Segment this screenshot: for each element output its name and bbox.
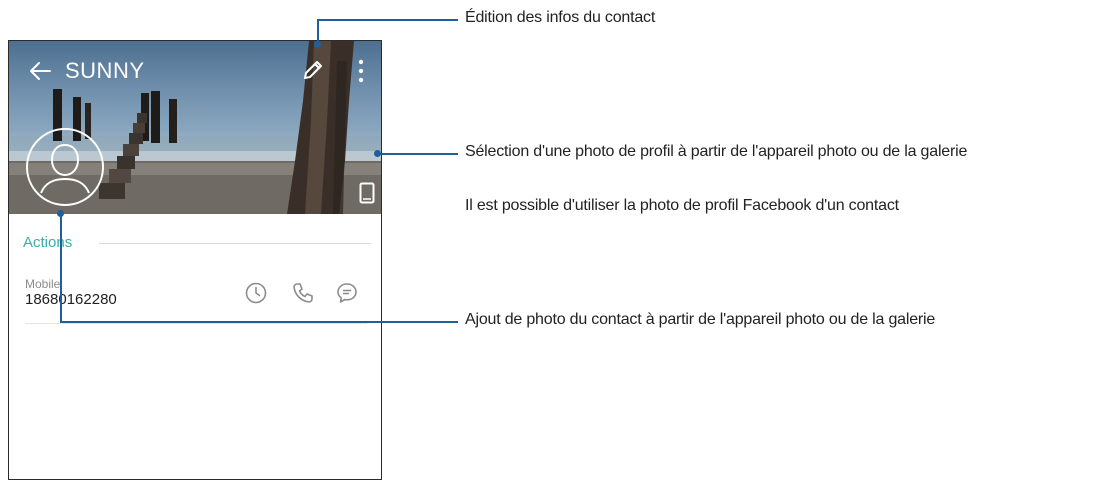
profile-header-image[interactable]: SUNNY: [9, 41, 381, 214]
row-divider: [25, 323, 367, 324]
arrow-left-icon[interactable]: [29, 61, 51, 81]
message-bubble-icon[interactable]: [335, 281, 359, 305]
contact-screen: SUNNY Actions Mobile 18680162280: [8, 40, 382, 480]
callout-leader-add-photo-horizontal: [60, 321, 458, 323]
callout-select-photo: Sélection d'une photo de profil à partir…: [465, 143, 968, 160]
callout-add-photo: Ajout de photo du contact à partir de l'…: [465, 311, 936, 328]
section-label: Actions: [23, 234, 73, 251]
callout-edit-info: Édition des infos du contact: [465, 9, 656, 26]
callout-leader-add-photo: [60, 213, 62, 323]
overflow-menu-icon[interactable]: [356, 58, 366, 84]
callout-leader-select-photo: [378, 153, 458, 155]
callout-facebook-photo: Il est possible d'utiliser la photo de p…: [465, 197, 899, 214]
phone-type-label: Mobile: [25, 277, 61, 291]
phone-device-icon[interactable]: [359, 182, 375, 204]
phone-call-icon[interactable]: [291, 281, 315, 305]
person-placeholder-icon[interactable]: [25, 127, 105, 207]
callout-leader-edit-horizontal: [317, 19, 458, 21]
phone-number[interactable]: 18680162280: [25, 291, 117, 308]
callout-marker-edit: [314, 41, 321, 48]
section-divider: [99, 243, 371, 244]
contact-name: SUNNY: [65, 58, 145, 83]
pencil-icon[interactable]: [301, 58, 325, 82]
phone-number-row[interactable]: Mobile 18680162280: [9, 269, 381, 324]
callout-marker-select-photo: [374, 150, 381, 157]
actions-section-header: Actions: [23, 234, 371, 251]
clock-icon[interactable]: [244, 281, 268, 305]
